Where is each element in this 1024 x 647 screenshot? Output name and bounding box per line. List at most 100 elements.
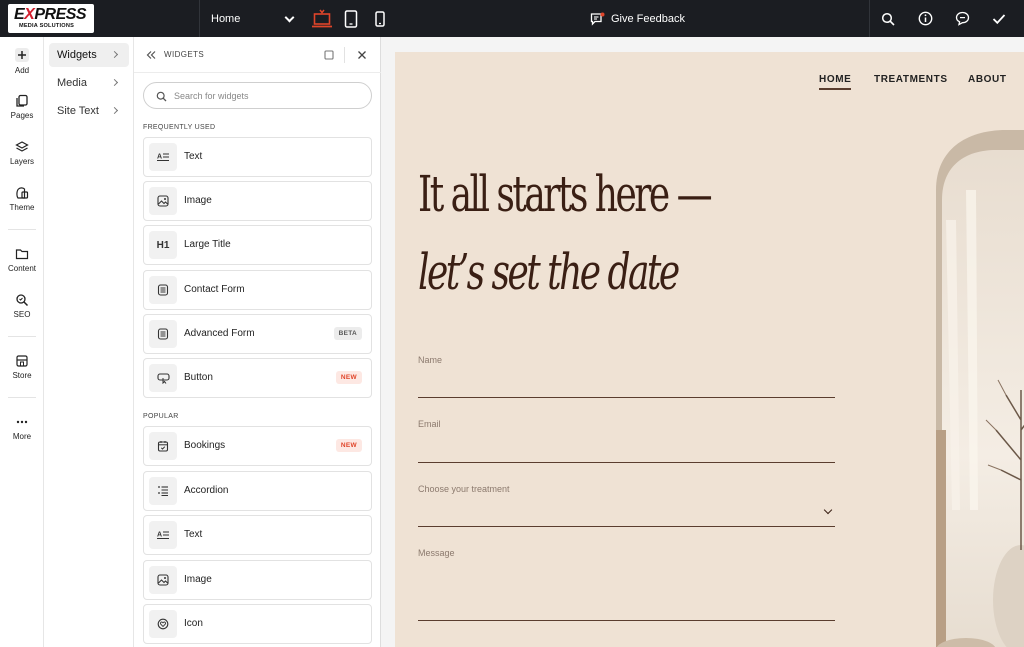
chevron-right-icon bbox=[110, 50, 119, 59]
section-label-popular: POPULAR bbox=[143, 413, 179, 420]
tablet-icon[interactable] bbox=[340, 0, 362, 37]
widget-label: Image bbox=[184, 195, 212, 206]
rail-separator bbox=[8, 336, 36, 337]
check-icon[interactable] bbox=[981, 0, 1017, 37]
menu-item-media[interactable]: Media bbox=[49, 71, 129, 95]
pages-icon bbox=[16, 94, 28, 107]
widget-label: Text bbox=[184, 151, 203, 162]
new-badge: NEW bbox=[335, 371, 362, 384]
widget-label: Contact Form bbox=[184, 284, 245, 295]
logo-wordmark: EXPRESS bbox=[14, 6, 87, 23]
widget-card-accordion[interactable]: Accordion bbox=[143, 471, 372, 511]
feedback-icon bbox=[590, 12, 605, 26]
field-label-email: Email bbox=[418, 419, 441, 429]
widget-label: Image bbox=[184, 574, 212, 585]
menu-item-widgets[interactable]: Widgets bbox=[49, 43, 129, 67]
feedback-label: Give Feedback bbox=[611, 12, 685, 25]
widget-card-advanced-form[interactable]: Advanced Form BETA bbox=[143, 314, 372, 354]
rail-item-layers[interactable]: Layers bbox=[0, 140, 44, 166]
top-bar: EXPRESS MEDIA SOLUTIONS Home Give Feedba… bbox=[0, 0, 1024, 37]
widget-label: Text bbox=[184, 529, 203, 540]
logo-subtitle: MEDIA SOLUTIONS bbox=[19, 23, 75, 29]
rail-item-store[interactable]: Store bbox=[0, 354, 44, 380]
widget-search-input[interactable]: Search for widgets bbox=[143, 82, 372, 109]
layers-icon bbox=[15, 141, 29, 152]
section-label-frequently-used: FREQUENTLY USED bbox=[143, 124, 216, 131]
rail-separator bbox=[8, 229, 36, 230]
widget-label: Bookings bbox=[184, 440, 226, 451]
panel-header: WIDGETS bbox=[134, 37, 381, 73]
svg-text:A: A bbox=[157, 154, 162, 161]
menu-item-site-text[interactable]: Site Text bbox=[49, 99, 129, 123]
image-icon bbox=[149, 187, 177, 215]
chevron-down-icon[interactable] bbox=[823, 505, 833, 515]
info-icon[interactable] bbox=[907, 0, 943, 37]
rail-item-add[interactable]: Add bbox=[0, 47, 44, 75]
widget-card-button[interactable]: Button NEW bbox=[143, 358, 372, 398]
name-field[interactable] bbox=[418, 397, 835, 398]
store-icon bbox=[16, 355, 28, 367]
treatment-select[interactable] bbox=[418, 526, 835, 527]
nav-treatments[interactable]: TREATMENTS bbox=[874, 74, 948, 85]
mobile-icon[interactable] bbox=[371, 0, 389, 37]
hero-heading-line1: It all starts here — bbox=[418, 165, 713, 223]
rail-item-seo[interactable]: SEO bbox=[0, 293, 44, 319]
chevron-right-icon bbox=[110, 106, 119, 115]
expand-icon[interactable] bbox=[324, 50, 334, 60]
rail-label: Theme bbox=[9, 203, 35, 212]
widget-card-large-title[interactable]: H1 Large Title bbox=[143, 225, 372, 265]
field-label-name: Name bbox=[418, 355, 443, 365]
chevron-right-icon bbox=[110, 78, 119, 87]
page-select-value: Home bbox=[211, 12, 241, 25]
rail-label: Content bbox=[7, 264, 37, 273]
rail-label: Store bbox=[12, 371, 32, 380]
give-feedback-button[interactable]: Give Feedback bbox=[590, 0, 685, 37]
desktop-icon[interactable] bbox=[308, 0, 336, 37]
hero-photo bbox=[936, 130, 1024, 647]
collapse-icon[interactable] bbox=[146, 50, 156, 60]
heading-icon: H1 bbox=[149, 231, 177, 259]
theme-icon bbox=[16, 187, 29, 199]
plus-icon bbox=[15, 48, 29, 62]
message-field[interactable] bbox=[418, 620, 835, 621]
rail-item-pages[interactable]: Pages bbox=[0, 94, 44, 120]
field-label-message: Message bbox=[418, 548, 455, 558]
rail-separator bbox=[8, 397, 36, 398]
text-icon: A bbox=[149, 521, 177, 549]
search-icon[interactable] bbox=[870, 0, 906, 37]
close-icon[interactable] bbox=[357, 50, 367, 60]
panel-title: WIDGETS bbox=[164, 50, 205, 59]
site-preview[interactable]: HOME TREATMENTS ABOUT It all starts here… bbox=[395, 52, 1024, 647]
widget-label: Large Title bbox=[184, 239, 231, 250]
widget-card-text[interactable]: A Text bbox=[143, 515, 372, 555]
rail-label: Pages bbox=[10, 111, 34, 120]
nav-home[interactable]: HOME bbox=[819, 74, 851, 85]
nav-about[interactable]: ABOUT bbox=[968, 74, 1007, 85]
field-label-treatment: Choose your treatment bbox=[418, 484, 510, 494]
logo[interactable]: EXPRESS MEDIA SOLUTIONS bbox=[8, 4, 94, 33]
rail-item-content[interactable]: Content bbox=[0, 247, 44, 273]
accordion-icon bbox=[149, 477, 177, 505]
widget-card-icon[interactable]: Icon bbox=[143, 604, 372, 644]
rail-item-more[interactable]: More bbox=[0, 415, 44, 441]
widget-label: Accordion bbox=[184, 485, 229, 496]
rail-item-theme[interactable]: Theme bbox=[0, 186, 44, 212]
rail-label: Add bbox=[14, 66, 30, 75]
email-field[interactable] bbox=[418, 462, 835, 463]
image-icon bbox=[149, 566, 177, 594]
button-icon bbox=[149, 364, 177, 392]
beta-badge: BETA bbox=[333, 327, 362, 340]
page-select[interactable]: Home bbox=[205, 0, 301, 37]
search-icon bbox=[156, 91, 167, 102]
widget-card-image[interactable]: Image bbox=[143, 181, 372, 221]
chat-icon[interactable] bbox=[944, 0, 980, 37]
menu-item-label: Site Text bbox=[57, 105, 99, 117]
left-rail: Add Pages Layers Theme Content SEO Store… bbox=[0, 37, 44, 647]
widget-card-contact-form[interactable]: Contact Form bbox=[143, 270, 372, 310]
widget-card-image[interactable]: Image bbox=[143, 560, 372, 600]
nav-active-indicator bbox=[819, 88, 851, 90]
widget-card-text[interactable]: A Text bbox=[143, 137, 372, 177]
widget-label: Icon bbox=[184, 618, 203, 629]
folder-icon bbox=[15, 249, 29, 260]
widget-card-bookings[interactable]: Bookings NEW bbox=[143, 426, 372, 466]
